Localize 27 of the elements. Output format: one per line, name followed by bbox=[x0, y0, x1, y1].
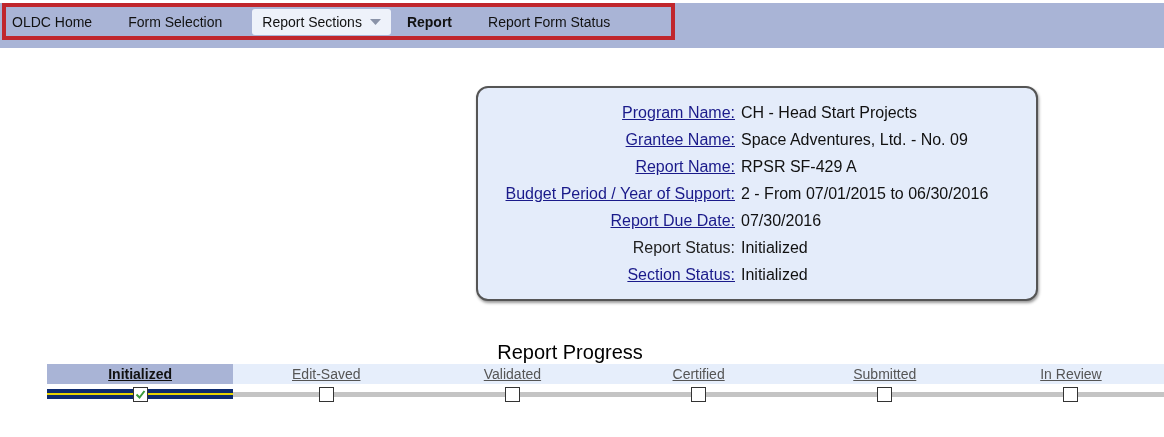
nav-link[interactable]: Report Form Status bbox=[482, 8, 623, 35]
nav-dropdown[interactable]: Report Sections bbox=[252, 8, 391, 35]
progress-title: Report Progress bbox=[496, 341, 644, 364]
field-label-link[interactable]: Program Name: bbox=[478, 104, 735, 131]
nav-link[interactable]: Report bbox=[400, 8, 465, 35]
field-label-link[interactable]: Section Status: bbox=[478, 266, 735, 293]
field-label: Report Status: bbox=[631, 239, 735, 258]
field-label-link[interactable]: Grantee Name: bbox=[478, 131, 735, 158]
field-label-link[interactable]: Report Due Date: bbox=[478, 212, 735, 239]
field-value: 2 - From 07/01/2015 to 06/30/2016 bbox=[741, 185, 989, 204]
nav-link[interactable]: OLDC Home bbox=[6, 8, 105, 35]
field-value: Initialized bbox=[741, 239, 808, 258]
step-tab[interactable]: Validated bbox=[419, 364, 606, 384]
step-tab[interactable]: In Review bbox=[977, 364, 1164, 384]
caret-icon bbox=[369, 18, 381, 25]
field-value: CH - Head Start Projects bbox=[741, 104, 918, 123]
field-value: 07/30/2016 bbox=[741, 212, 822, 231]
step-tab[interactable]: Certified bbox=[605, 364, 792, 384]
nav-link[interactable]: Form Selection bbox=[122, 8, 235, 35]
step-tab[interactable]: Edit-Saved bbox=[233, 364, 420, 384]
field-value: Space Adventures, Ltd. - No. 09 bbox=[741, 131, 968, 150]
field-label-link[interactable]: Budget Period / Year of Support: bbox=[478, 185, 735, 212]
field-value: RPSR SF-429 A bbox=[741, 158, 857, 177]
step-tab[interactable]: Initialized bbox=[47, 364, 234, 384]
field-value: Initialized bbox=[741, 266, 808, 285]
step-tab[interactable]: Submitted bbox=[791, 364, 978, 384]
field-label-link[interactable]: Report Name: bbox=[478, 158, 735, 185]
